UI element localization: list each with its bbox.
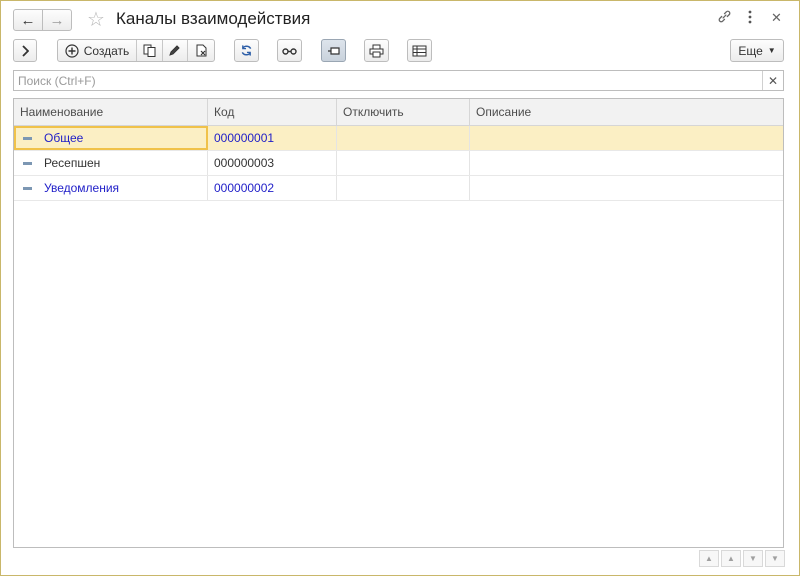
double-down-arrow-icon: ▼ <box>771 554 779 563</box>
cell-code[interactable]: 000000001 <box>208 126 337 150</box>
refresh-icon <box>241 45 252 56</box>
scroll-to-bottom-button[interactable]: ▼ <box>765 550 785 567</box>
view-mode-button[interactable] <box>277 39 302 62</box>
up-arrow-icon: ▲ <box>727 554 735 563</box>
create-button[interactable]: Создать <box>58 40 137 61</box>
edit-button[interactable] <box>163 40 189 61</box>
link-icon[interactable] <box>717 9 732 27</box>
printer-icon <box>369 44 384 57</box>
catalog-item-icon <box>23 161 32 165</box>
table-row[interactable]: Уведомления 000000002 <box>14 176 783 201</box>
back-button[interactable]: ← <box>13 9 43 31</box>
print-button[interactable] <box>364 39 389 62</box>
copy-button[interactable] <box>137 40 163 61</box>
close-icon[interactable]: ✕ <box>771 10 782 26</box>
cell-code[interactable]: 000000002 <box>208 176 337 200</box>
cell-description[interactable] <box>470 126 783 150</box>
row-name-text: Ресепшен <box>44 156 101 170</box>
row-name-text: Уведомления <box>44 181 120 195</box>
show-subordinate-button[interactable] <box>321 39 346 62</box>
search-input[interactable] <box>14 71 767 90</box>
copy-icon <box>143 44 156 57</box>
pencil-icon <box>169 45 181 56</box>
cell-name[interactable]: Общее <box>14 126 208 150</box>
mark-delete-button[interactable] <box>188 40 214 61</box>
cell-disable[interactable] <box>337 126 470 150</box>
page-title: Каналы взаимодействия <box>116 9 311 28</box>
cell-description[interactable] <box>470 151 783 175</box>
arrow-left-icon: ← <box>20 11 36 29</box>
cell-disable[interactable] <box>337 151 470 175</box>
catalog-item-icon <box>23 136 32 140</box>
create-button-label: Создать <box>83 43 130 58</box>
list-table: Наименование Код Отключить Описание Обще… <box>13 98 784 548</box>
table-settings-icon <box>412 45 427 56</box>
favorite-star-icon[interactable]: ☆ <box>87 7 105 32</box>
more-menu-button[interactable]: Еще ▼ <box>730 39 784 62</box>
list-settings-button[interactable] <box>407 39 432 62</box>
cell-name[interactable]: Ресепшен <box>14 151 208 175</box>
down-arrow-icon: ▼ <box>749 554 757 563</box>
column-header-code[interactable]: Код <box>208 99 337 125</box>
expand-panel-button[interactable] <box>13 39 37 62</box>
catalog-item-icon <box>23 186 32 190</box>
double-up-arrow-icon: ▲ <box>705 554 713 563</box>
row-name-text: Общее <box>44 131 84 145</box>
cell-code[interactable]: 000000003 <box>208 151 337 175</box>
plus-circle-icon <box>65 43 79 58</box>
scroll-down-button[interactable]: ▼ <box>743 550 763 567</box>
delete-document-icon <box>196 44 207 57</box>
table-row[interactable]: Ресепшен 000000003 <box>14 151 783 176</box>
cell-name[interactable]: Уведомления <box>14 176 208 200</box>
table-header: Наименование Код Отключить Описание <box>14 99 783 126</box>
scroll-to-top-button[interactable]: ▲ <box>699 550 719 567</box>
more-menu-label: Еще <box>738 43 763 58</box>
search-box: ✕ <box>13 70 784 91</box>
glasses-icon <box>282 47 297 55</box>
chevron-down-icon: ▼ <box>767 46 776 55</box>
cell-description[interactable] <box>470 176 783 200</box>
clear-search-icon[interactable]: ✕ <box>762 71 783 90</box>
scroll-up-button[interactable]: ▲ <box>721 550 741 567</box>
kebab-menu-icon[interactable] <box>747 10 753 27</box>
arrow-right-icon: → <box>49 11 65 29</box>
forward-button[interactable]: → <box>42 9 72 31</box>
refresh-button[interactable] <box>234 39 259 62</box>
cell-disable[interactable] <box>337 176 470 200</box>
create-button-group: Создать <box>57 39 215 62</box>
form-window: ← → ☆ Каналы взаимодействия ✕ Создать Ещ… <box>0 0 800 576</box>
column-header-name[interactable]: Наименование <box>14 99 208 125</box>
column-header-description[interactable]: Описание <box>470 99 783 125</box>
column-header-disable[interactable]: Отключить <box>337 99 470 125</box>
chevron-right-icon <box>22 44 29 57</box>
table-row[interactable]: Общее 000000001 <box>14 126 783 151</box>
tag-pin-icon <box>327 46 340 55</box>
